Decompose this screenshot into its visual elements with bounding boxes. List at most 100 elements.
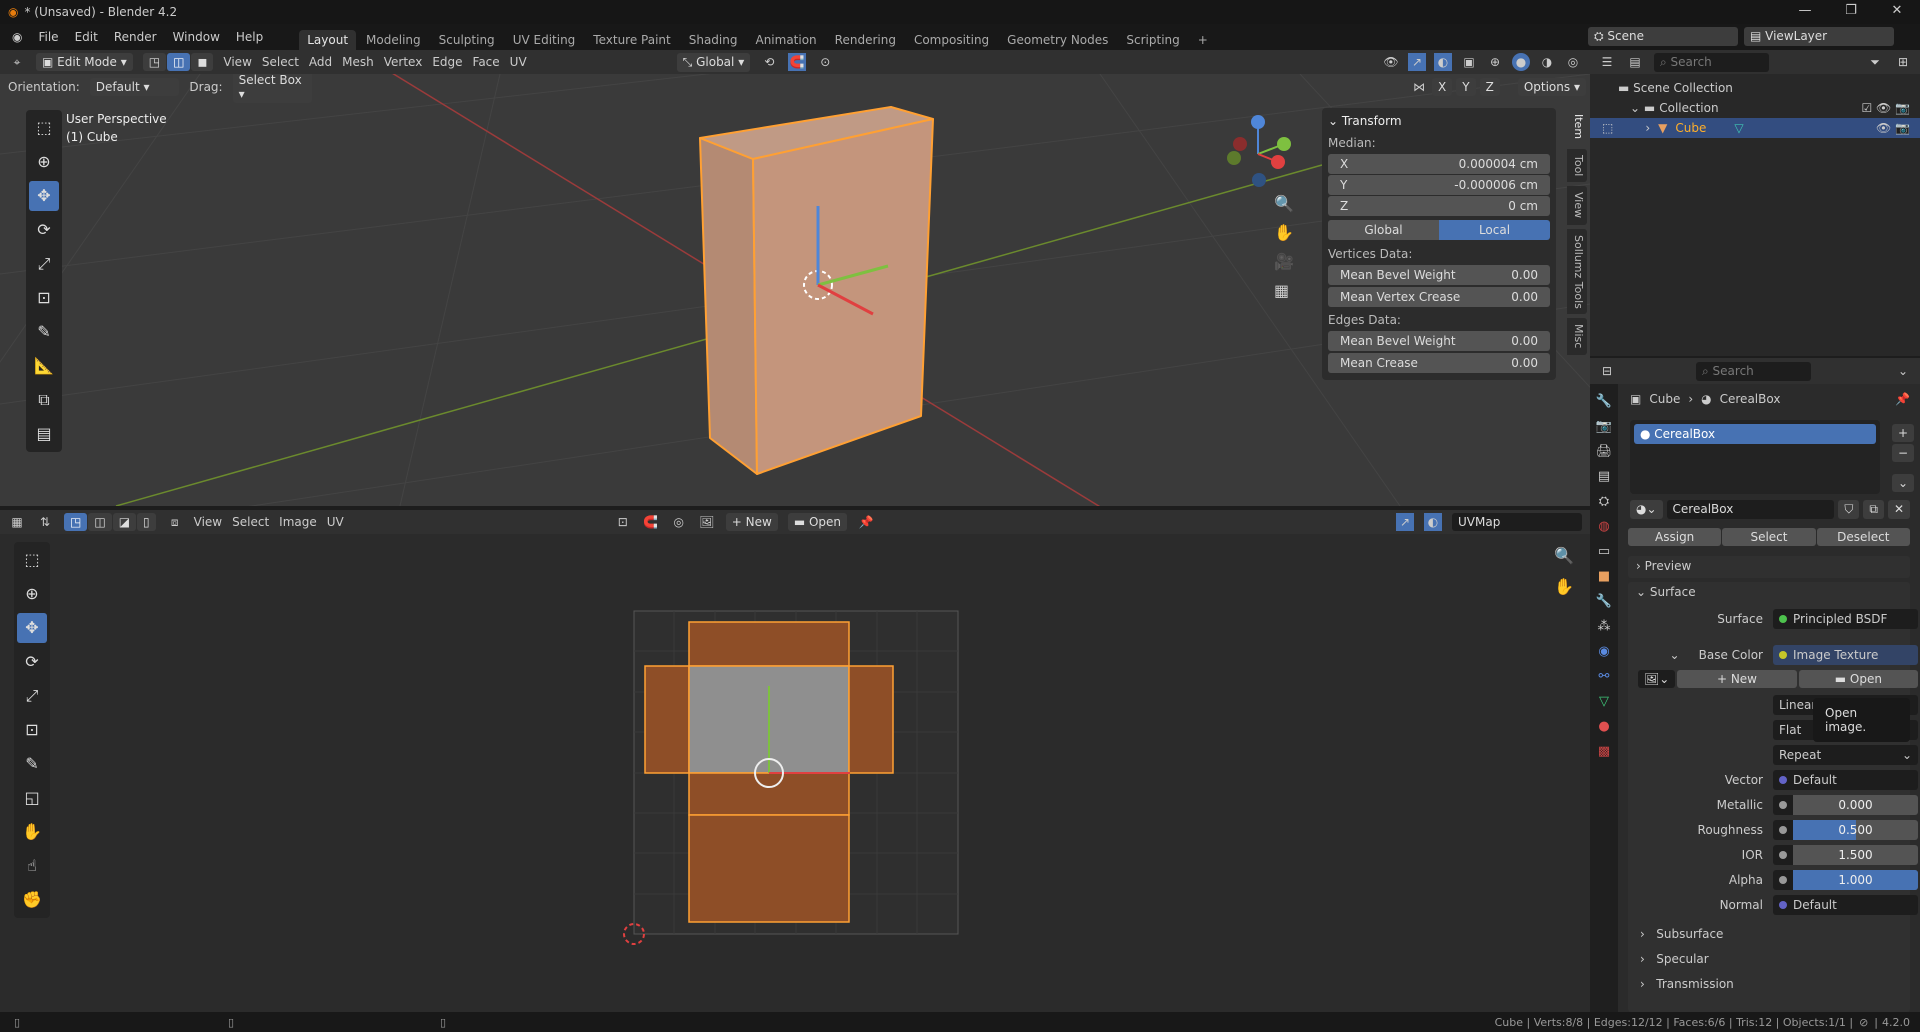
tab-animation[interactable]: Animation [747,30,824,50]
surface-panel-header[interactable]: ⌄ Surface [1628,582,1910,602]
menu-edit[interactable]: Edit [75,30,98,44]
scene-tab-icon[interactable]: ⛭ [1599,494,1609,509]
uv-menu-uv[interactable]: UV [327,515,344,529]
normal-field[interactable]: Default [1773,895,1918,915]
uv-zoom-icon[interactable]: 🔍 [1554,546,1574,565]
tab-rendering[interactable]: Rendering [827,30,904,50]
collection-tab-icon[interactable]: ▭ [1598,544,1610,559]
slot-menu-button[interactable]: ⌄ [1892,474,1914,492]
menu-file[interactable]: File [38,30,58,44]
uv-pinch-tool[interactable]: ✊ [17,885,47,915]
overlay-icon[interactable]: ◐ [1434,53,1452,71]
gizmo-icon[interactable]: ↗ [1408,53,1426,71]
menu-render[interactable]: Render [114,30,157,44]
median-z-field[interactable]: Z0 cm [1328,196,1550,216]
preview-panel-header[interactable]: › Preview [1628,556,1910,578]
display-mode-icon[interactable]: ▤ [1626,53,1644,71]
view-layer-selector[interactable]: ▤ ViewLayer [1744,27,1894,46]
pin-icon[interactable]: 📌 [1895,392,1910,406]
cube-mesh[interactable] [700,107,933,474]
snap-icon[interactable]: 🧲 [788,53,806,71]
transform-orientation[interactable]: ⤡ Global ▾ [677,53,751,72]
rendered-shading-icon[interactable]: ◎ [1564,53,1582,71]
close-button[interactable]: ✕ [1874,0,1920,22]
pin-icon[interactable]: 📌 [857,513,875,531]
uv-relax-tool[interactable]: ☝ [17,851,47,881]
tab-sculpting[interactable]: Sculpting [431,30,503,50]
add-cube-tool[interactable]: ⧉ [29,385,59,415]
move-tool[interactable]: ✥ [29,181,59,211]
uv-cursor-tool[interactable]: ⊕ [17,579,47,609]
uv-annotate-tool[interactable]: ✎ [17,749,47,779]
maximize-button[interactable]: ❐ [1828,0,1874,22]
modifier-tab-icon[interactable]: 🔧 [1596,594,1612,609]
tab-shading[interactable]: Shading [681,30,746,50]
edit-mode-icon[interactable]: ⬚ [1602,121,1613,135]
unlink-material-button[interactable]: ✕ [1888,500,1910,519]
tab-compositing[interactable]: Compositing [906,30,997,50]
uv-rotate-tool[interactable]: ⟳ [17,647,47,677]
median-x-field[interactable]: X0.000004 cm [1328,154,1550,174]
annotate-tool[interactable]: ✎ [29,317,59,347]
tab-texture-paint[interactable]: Texture Paint [585,30,678,50]
output-tab-icon[interactable]: 🖨 [1596,444,1613,459]
tab-sollumz-tools[interactable]: Sollumz Tools [1567,229,1587,315]
tool-tab-icon[interactable]: 🔧 [1596,394,1612,409]
menu-mesh[interactable]: Mesh [342,55,374,69]
rotate-tool[interactable]: ⟳ [29,215,59,245]
new-image-button-props[interactable]: + New [1677,670,1796,688]
uv-pivot-icon[interactable]: ⊡ [614,513,632,531]
surface-shader-field[interactable]: Principled BSDF [1773,609,1918,629]
minimize-button[interactable]: — [1782,0,1828,22]
pan-hand-icon[interactable]: ✋ [1274,223,1294,242]
uv-scale-tool[interactable]: ⤢ [17,681,47,711]
material-slot-item[interactable]: ● CerealBox [1634,424,1876,444]
extension-dropdown[interactable]: Repeat⌄ [1773,745,1918,765]
mirror-y-toggle[interactable]: Y [1456,78,1475,96]
particles-tab-icon[interactable]: ⁂ [1598,619,1611,634]
camera-icon[interactable]: 🎥 [1274,252,1294,271]
constraints-tab-icon[interactable]: ⚯ [1599,669,1610,684]
subsurface-section[interactable]: › Subsurface [1640,922,1734,947]
mirror-icon[interactable]: ⋈ [1410,78,1428,96]
browse-material-button[interactable]: ◕⌄ [1630,500,1663,519]
transmission-section[interactable]: › Transmission [1640,972,1734,997]
fake-user-button[interactable]: ⛉ [1838,500,1859,519]
menu-select[interactable]: Select [262,55,299,69]
tab-modeling[interactable]: Modeling [358,30,429,50]
properties-editor-icon[interactable]: ⊟ [1598,362,1616,380]
outliner-editor-icon[interactable]: ☰ [1598,53,1616,71]
drag-dropdown[interactable]: Select Box ▾ [233,74,312,103]
open-image-button[interactable]: ▬ Open [788,513,847,531]
tab-misc[interactable]: Misc [1567,318,1587,354]
cursor-tool[interactable]: ⊕ [29,147,59,177]
proportional-edit-icon[interactable]: ⊙ [816,53,834,71]
uv-gizmo-icon[interactable]: ↗ [1396,513,1414,531]
edge-select-mode[interactable]: ◫ [167,53,190,71]
select-button[interactable]: Select [1722,528,1815,546]
cube-visibility-icons[interactable]: 👁 📷 [1876,121,1920,135]
image-browse-icon[interactable]: 🖼 [698,513,716,531]
blender-menu-icon[interactable]: ◉ [12,30,22,44]
pivot-icon[interactable]: ⟲ [760,53,778,71]
view-layer-tab-icon[interactable]: ▤ [1598,469,1610,484]
image-browse-button[interactable]: 🖼⌄ [1638,670,1675,688]
grid-view-icon[interactable]: ▦ [1274,281,1294,300]
scale-tool[interactable]: ⤢ [29,249,59,279]
menu-uv[interactable]: UV [510,55,527,69]
median-y-field[interactable]: Y-0.000006 cm [1328,175,1550,195]
menu-face[interactable]: Face [473,55,500,69]
data-tab-icon[interactable]: ▽ [1599,694,1609,709]
cube-row[interactable]: ⬚›▼ Cube ▽ 👁 📷 [1590,118,1920,138]
world-tab-icon[interactable]: ◍ [1598,519,1609,534]
uv-menu-image[interactable]: Image [279,515,317,529]
add-workspace-button[interactable]: + [1190,30,1216,50]
uv-select-box-tool[interactable]: ⬚ [17,545,47,575]
local-toggle[interactable]: Local [1439,220,1550,240]
uv-editor[interactable]: ⬚ ⊕ ✥ ⟳ ⤢ ⊡ ✎ ◱ ✋ ☝ ✊ 🔍✋ [0,510,1590,1012]
menu-view[interactable]: View [223,55,251,69]
transform-tool[interactable]: ⊡ [29,283,59,313]
menu-edge[interactable]: Edge [432,55,462,69]
uv-vertex-mode[interactable]: ◳ [64,513,87,531]
remove-slot-button[interactable]: − [1892,444,1914,462]
